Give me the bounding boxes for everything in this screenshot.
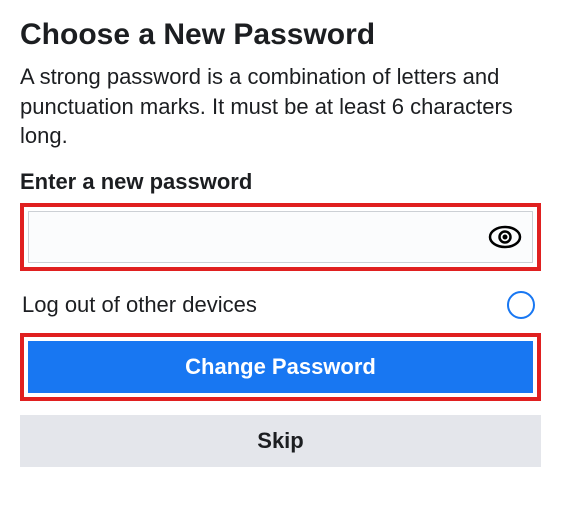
- page-title: Choose a New Password: [20, 18, 541, 52]
- logout-other-devices-radio[interactable]: [507, 291, 535, 319]
- password-highlight-frame: [20, 203, 541, 271]
- password-field-container: [28, 211, 533, 263]
- password-guidance-text: A strong password is a combination of le…: [20, 62, 541, 151]
- skip-button[interactable]: Skip: [20, 415, 541, 467]
- logout-other-devices-label: Log out of other devices: [22, 292, 257, 318]
- logout-other-devices-row[interactable]: Log out of other devices: [20, 283, 541, 333]
- password-input[interactable]: [39, 212, 488, 262]
- change-password-button[interactable]: Change Password: [28, 341, 533, 393]
- show-password-icon[interactable]: [488, 225, 522, 249]
- change-password-highlight-frame: Change Password: [20, 333, 541, 401]
- password-input-label: Enter a new password: [20, 169, 541, 195]
